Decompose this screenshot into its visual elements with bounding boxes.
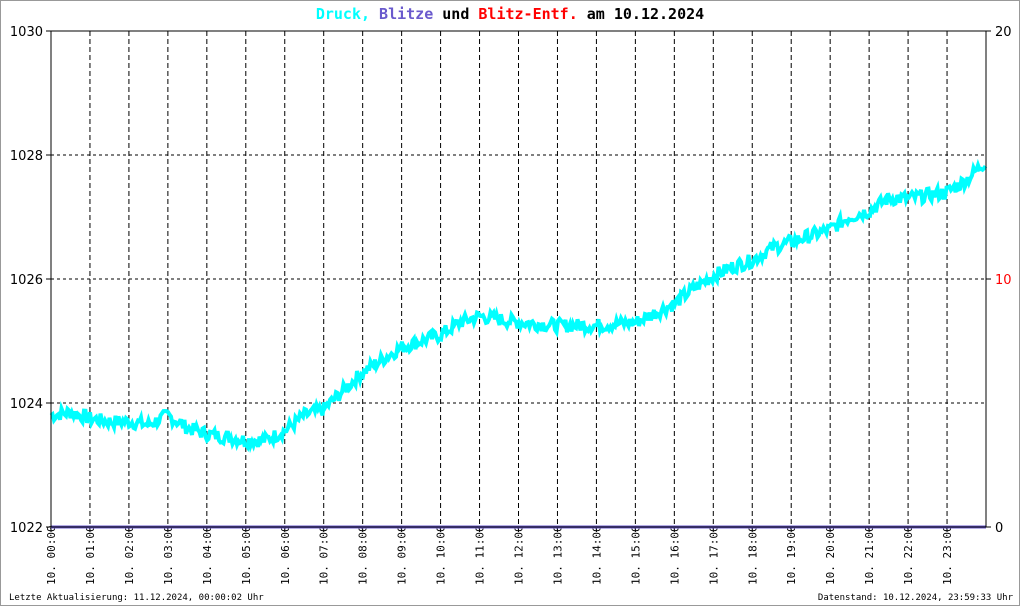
x-tick-label: 10. 15:00 <box>629 525 642 585</box>
x-tick-label: 10. 19:00 <box>785 525 798 585</box>
y-tick-label: 1022 <box>10 521 43 536</box>
last-update: Letzte Aktualisierung: 11.12.2024, 00:00… <box>9 593 264 603</box>
x-tick-label: 10. 22:00 <box>902 525 915 585</box>
x-tick-label: 10. 11:00 <box>474 525 487 585</box>
x-tick-label: 10. 07:00 <box>318 525 331 585</box>
x-tick-label: 10. 13:00 <box>551 525 564 585</box>
x-tick-label: 10. 04:00 <box>201 525 214 585</box>
x-tick-label: 10. 14:00 <box>590 525 603 585</box>
x-tick-label: 10. 01:00 <box>84 525 97 585</box>
x-tick-label: 10. 18:00 <box>746 525 759 585</box>
x-tick-label: 10. 05:00 <box>240 525 253 585</box>
y2-tick-label: 0 <box>995 521 1003 536</box>
x-tick-label: 10. 12:00 <box>513 525 526 585</box>
chart: Druck, Blitze und Blitz-Entf. am 10.12.2… <box>0 0 1020 606</box>
x-tick-label: 10. 20:00 <box>824 525 837 585</box>
x-tick-label: 10. 10:00 <box>435 525 448 585</box>
x-tick-label: 10. 03:00 <box>162 525 175 585</box>
x-tick-label: 10. 21:00 <box>863 525 876 585</box>
y2-tick-label: 10 <box>995 273 1012 288</box>
y-tick-label: 1028 <box>10 149 43 164</box>
x-tick-label: 10. 23:00 <box>941 525 954 585</box>
x-tick-label: 10. 06:00 <box>279 525 292 585</box>
y-tick-label: 1026 <box>10 273 43 288</box>
data-timestamp: Datenstand: 10.12.2024, 23:59:33 Uhr <box>817 593 1013 603</box>
x-tick-label: 10. 02:00 <box>123 525 136 585</box>
y-tick-label: 1030 <box>10 25 43 40</box>
x-tick-label: 10. 00:00 <box>45 525 58 585</box>
y-tick-label: 1024 <box>10 397 43 412</box>
x-tick-label: 10. 17:00 <box>707 525 720 585</box>
x-tick-label: 10. 16:00 <box>668 525 681 585</box>
x-tick-label: 10. 08:00 <box>357 525 370 585</box>
y2-tick-label: 20 <box>995 25 1012 40</box>
x-tick-label: 10. 09:00 <box>396 525 409 585</box>
plot: 1022 1024 1026 1028 1030 0 10 20 10. 00:00 10. 01… <box>10 25 1012 585</box>
